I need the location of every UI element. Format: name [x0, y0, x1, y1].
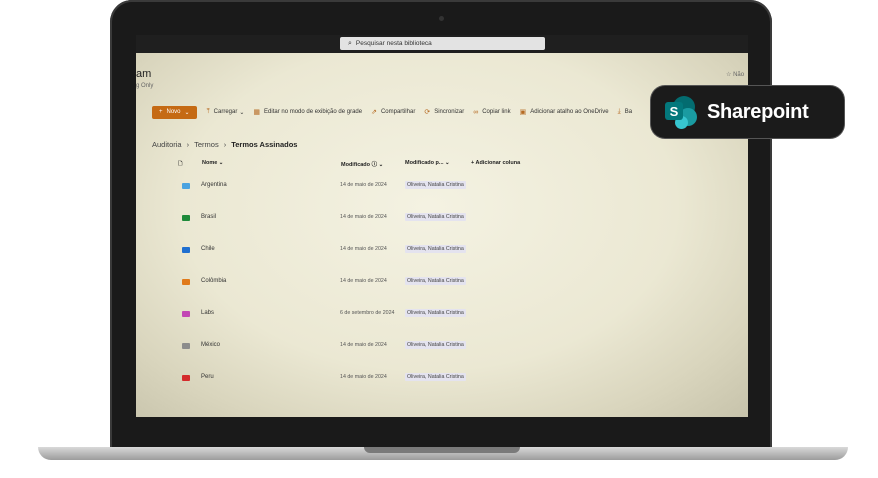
modified-date: 14 de maio de 2024	[340, 342, 387, 348]
table-row[interactable]: Brasil 14 de maio de 2024 Oliveira, Natali…	[136, 212, 748, 244]
chevron-down-icon: ⌄	[184, 109, 190, 116]
column-header-modified[interactable]: Modificado ⓘ ⌄	[341, 160, 383, 168]
folder-name[interactable]: Brasil	[201, 214, 216, 220]
modified-date: 14 de maio de 2024	[340, 182, 387, 188]
folder-name[interactable]: Peru	[201, 374, 214, 380]
site-title: am	[136, 68, 152, 80]
download-icon: ⤓	[617, 108, 621, 115]
grid-edit-button[interactable]: ▦ Editar no modo de exibição de grade	[253, 108, 362, 116]
folder-icon	[182, 215, 190, 221]
search-input[interactable]: Pesquisar nesta biblioteca	[356, 40, 432, 47]
folder-icon	[182, 375, 190, 381]
modified-by[interactable]: Oliveira, Natalia Cristina	[405, 245, 466, 253]
folder-icon	[182, 279, 190, 285]
plus-icon: +	[159, 109, 163, 115]
folder-icon	[182, 183, 190, 189]
table-row[interactable]: Labs 6 de setembro de 2024 Oliveira, Natal…	[136, 308, 748, 340]
follow-button[interactable]: ☆ Não	[726, 71, 744, 78]
folder-name[interactable]: Colômbia	[201, 278, 226, 284]
grid-icon: ▦	[253, 109, 261, 116]
shortcut-icon: ▣	[519, 109, 527, 116]
camera-icon	[439, 16, 444, 21]
info-icon: ⓘ	[371, 162, 378, 168]
modified-date: 14 de maio de 2024	[340, 246, 387, 252]
modified-date: 6 de setembro de 2024	[340, 310, 395, 316]
column-header-name[interactable]: Nome ⌄	[202, 160, 223, 166]
star-icon: ☆	[726, 72, 732, 78]
top-bar: ⌕ Pesquisar nesta biblioteca	[136, 35, 748, 53]
chevron-right-icon: ›	[223, 140, 227, 149]
table-row[interactable]: Chile 14 de maio de 2024 Oliveira, Natalia…	[136, 244, 748, 276]
modified-date: 14 de maio de 2024	[340, 278, 387, 284]
modified-by[interactable]: Oliveira, Natalia Cristina	[405, 277, 466, 285]
modified-by[interactable]: Oliveira, Natalia Cristina	[405, 341, 466, 349]
modified-by[interactable]: Oliveira, Natalia Cristina	[405, 213, 466, 221]
site-subtitle: g Only	[136, 83, 154, 89]
file-type-column-icon[interactable]: 🗋	[178, 160, 182, 169]
modified-date: 14 de maio de 2024	[340, 214, 387, 220]
folder-name[interactable]: Argentina	[201, 182, 227, 188]
share-icon: ⇗	[371, 109, 377, 116]
search-box[interactable]: ⌕ Pesquisar nesta biblioteca	[340, 37, 545, 50]
download-button[interactable]: ⤓ Ba	[618, 108, 632, 116]
add-column-button[interactable]: + Adicionar coluna	[471, 160, 520, 166]
command-bar: + Novo ⌄ ⤒ Carregar ⌄ ▦ Editar no modo de e…	[152, 105, 641, 119]
modified-by[interactable]: Oliveira, Natalia Cristina	[405, 373, 466, 381]
breadcrumb-item-auditoria[interactable]: Auditoria	[152, 140, 182, 149]
chevron-down-icon: ⌄	[239, 109, 245, 116]
folder-name[interactable]: Labs	[201, 310, 214, 316]
link-icon: ∞	[473, 108, 479, 116]
sync-icon: ⟳	[424, 109, 431, 116]
sharepoint-logo-icon: S	[663, 94, 699, 130]
search-icon: ⌕	[348, 39, 352, 47]
upload-icon: ⤒	[206, 108, 210, 115]
folder-name[interactable]: Chile	[201, 246, 215, 252]
column-header-modified-by[interactable]: Modificado p... ⌄	[405, 160, 450, 166]
share-button[interactable]: ⇗ Compartilhar	[371, 108, 415, 116]
breadcrumb-item-termos[interactable]: Termos	[194, 140, 219, 149]
sharepoint-badge: S Sharepoint	[651, 86, 844, 138]
plus-icon: +	[471, 160, 475, 166]
breadcrumb: Auditoria › Termos › Termos Assinados	[152, 140, 297, 149]
laptop-notch	[364, 447, 520, 453]
sync-button[interactable]: ⟳ Sincronizar	[424, 108, 464, 116]
onedrive-shortcut-button[interactable]: ▣ Adicionar atalho ao OneDrive	[520, 108, 609, 116]
chevron-right-icon: ›	[186, 140, 190, 149]
breadcrumb-item-current: Termos Assinados	[231, 140, 298, 149]
table-row[interactable]: Colômbia 14 de maio de 2024 Oliveira, Nata…	[136, 276, 748, 308]
copy-link-button[interactable]: ∞ Copiar link	[473, 109, 510, 116]
upload-button[interactable]: ⤒ Carregar ⌄	[207, 108, 245, 116]
folder-icon	[182, 343, 190, 349]
table-row[interactable]: Argentina 14 de maio de 2024 Oliveira, Nat…	[136, 180, 748, 212]
folder-name[interactable]: México	[201, 342, 220, 348]
table-row[interactable]: México 14 de maio de 2024 Oliveira, Natali…	[136, 340, 748, 372]
folder-icon	[182, 247, 190, 253]
new-button[interactable]: + Novo ⌄	[152, 105, 197, 119]
modified-date: 14 de maio de 2024	[340, 374, 387, 380]
table-row[interactable]: Peru 14 de maio de 2024 Oliveira, Natalia …	[136, 372, 748, 404]
modified-by[interactable]: Oliveira, Natalia Cristina	[405, 181, 466, 189]
badge-text: Sharepoint	[707, 100, 809, 123]
modified-by[interactable]: Oliveira, Natalia Cristina	[405, 309, 466, 317]
folder-icon	[182, 311, 190, 317]
